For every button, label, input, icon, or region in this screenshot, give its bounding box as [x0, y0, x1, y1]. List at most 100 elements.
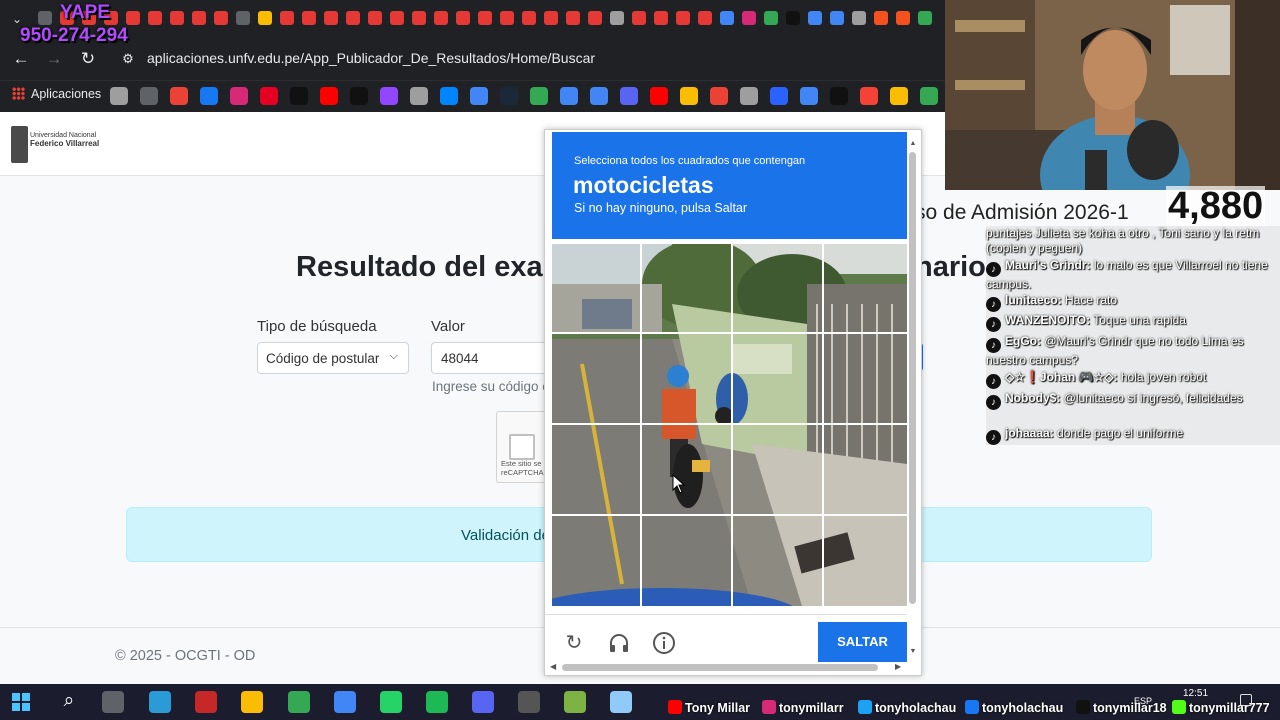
tab-favicon[interactable] [566, 11, 580, 25]
captcha-tile[interactable] [642, 516, 731, 599]
bookmark-icon[interactable] [650, 87, 668, 105]
chrome-icon[interactable] [241, 691, 263, 713]
bookmark-icon[interactable] [860, 87, 878, 105]
back-arrow-icon[interactable]: ← [10, 48, 32, 70]
tab-favicon[interactable] [126, 11, 140, 25]
chrome-icon[interactable] [334, 691, 356, 713]
app-icon[interactable] [564, 691, 586, 713]
tab-favicon[interactable] [500, 11, 514, 25]
bookmark-icon[interactable] [560, 87, 578, 105]
valor-input[interactable]: 48044 [431, 342, 551, 374]
captcha-tile[interactable] [552, 425, 640, 514]
captcha-tile[interactable] [642, 334, 731, 423]
voicemod-icon[interactable] [195, 691, 217, 713]
captcha-tile[interactable] [733, 516, 822, 599]
captcha-tile[interactable] [552, 244, 640, 332]
tab-favicon[interactable] [918, 11, 932, 25]
bookmark-icon[interactable] [170, 87, 188, 105]
headphones-icon[interactable] [607, 631, 631, 655]
bookmark-icon[interactable] [110, 87, 128, 105]
reload-icon[interactable]: ↻ [77, 48, 99, 70]
tab-favicon[interactable] [324, 11, 338, 25]
url-field[interactable]: aplicaciones.unfv.edu.pe/App_Publicador_… [147, 50, 595, 66]
scroll-left-arrow-icon[interactable]: ◀ [550, 662, 556, 671]
notification-icon[interactable] [1240, 694, 1252, 706]
tab-favicon[interactable] [786, 11, 800, 25]
tab-favicon[interactable] [478, 11, 492, 25]
spotify-icon[interactable] [426, 691, 448, 713]
scroll-up-arrow-icon[interactable]: ▲ [909, 140, 917, 147]
tab-favicon[interactable] [764, 11, 778, 25]
tab-favicon[interactable] [38, 11, 52, 25]
captcha-tile[interactable] [824, 244, 907, 332]
bookmark-icon[interactable] [290, 87, 308, 105]
obs-icon[interactable] [518, 691, 540, 713]
chrome-icon[interactable] [288, 691, 310, 713]
captcha-tile[interactable] [642, 425, 731, 514]
bookmark-icon[interactable] [260, 87, 278, 105]
bookmark-icon[interactable] [800, 87, 818, 105]
bookmark-icon[interactable] [440, 87, 458, 105]
tab-favicon[interactable] [280, 11, 294, 25]
tab-favicon[interactable] [896, 11, 910, 25]
tab-favicon[interactable] [456, 11, 470, 25]
task-view-icon[interactable] [102, 691, 124, 713]
tab-favicon[interactable] [434, 11, 448, 25]
tab-favicon[interactable] [258, 11, 272, 25]
bookmark-icon[interactable] [530, 87, 548, 105]
captcha-tile[interactable] [733, 425, 822, 514]
language-indicator[interactable]: ESP [1134, 696, 1152, 706]
tab-favicon[interactable] [874, 11, 888, 25]
bookmark-icon[interactable] [740, 87, 758, 105]
tab-favicon[interactable] [302, 11, 316, 25]
bookmark-icon[interactable] [620, 87, 638, 105]
discord-icon[interactable] [472, 691, 494, 713]
bookmark-icon[interactable] [320, 87, 338, 105]
tab-favicon[interactable] [698, 11, 712, 25]
tab-favicon[interactable] [632, 11, 646, 25]
tab-favicon[interactable] [830, 11, 844, 25]
bookmark-icon[interactable] [770, 87, 788, 105]
captcha-tile[interactable] [733, 334, 822, 423]
tab-favicon[interactable] [654, 11, 668, 25]
tab-favicon[interactable] [148, 11, 162, 25]
search-icon[interactable]: ⌕ [58, 690, 80, 712]
tab-favicon[interactable] [544, 11, 558, 25]
tab-favicon[interactable] [368, 11, 382, 25]
tab-favicon[interactable] [170, 11, 184, 25]
whatsapp-icon[interactable] [380, 691, 402, 713]
info-icon[interactable] [652, 631, 676, 655]
tab-favicon[interactable] [808, 11, 822, 25]
bookmark-icon[interactable] [680, 87, 698, 105]
tab-favicon[interactable] [214, 11, 228, 25]
bookmark-icon[interactable] [230, 87, 248, 105]
bookmark-icon[interactable] [920, 87, 938, 105]
scroll-down-arrow-icon[interactable]: ▼ [909, 648, 917, 655]
bookmark-icon[interactable] [140, 87, 158, 105]
app-icon[interactable] [610, 691, 632, 713]
tipo-busqueda-select[interactable]: Código de postular ⌵ [257, 342, 409, 374]
captcha-tile[interactable] [824, 425, 907, 514]
tab-favicon[interactable] [720, 11, 734, 25]
tab-favicon[interactable] [676, 11, 690, 25]
tab-favicon[interactable] [412, 11, 426, 25]
tab-favicon[interactable] [236, 11, 250, 25]
university-logo[interactable]: Universidad Nacional Federico Villarreal [30, 132, 99, 148]
tab-favicon[interactable] [852, 11, 866, 25]
bookmark-icon[interactable] [710, 87, 728, 105]
captcha-tile[interactable] [733, 244, 822, 332]
bookmark-icon[interactable] [380, 87, 398, 105]
site-info-icon[interactable]: ⚙ [120, 51, 136, 67]
captcha-tile[interactable] [642, 244, 731, 332]
bookmark-apps[interactable]: Aplicaciones [12, 87, 101, 101]
tab-favicon[interactable] [522, 11, 536, 25]
bookmark-icon[interactable] [410, 87, 428, 105]
tab-favicon[interactable] [346, 11, 360, 25]
bookmark-icon[interactable] [500, 87, 518, 105]
vertical-scrollbar[interactable] [909, 152, 916, 604]
app-icon[interactable] [149, 691, 171, 713]
captcha-tile[interactable] [824, 334, 907, 423]
windows-start-icon[interactable] [12, 693, 30, 711]
bookmark-icon[interactable] [890, 87, 908, 105]
refresh-icon[interactable]: ↻ [562, 631, 586, 655]
